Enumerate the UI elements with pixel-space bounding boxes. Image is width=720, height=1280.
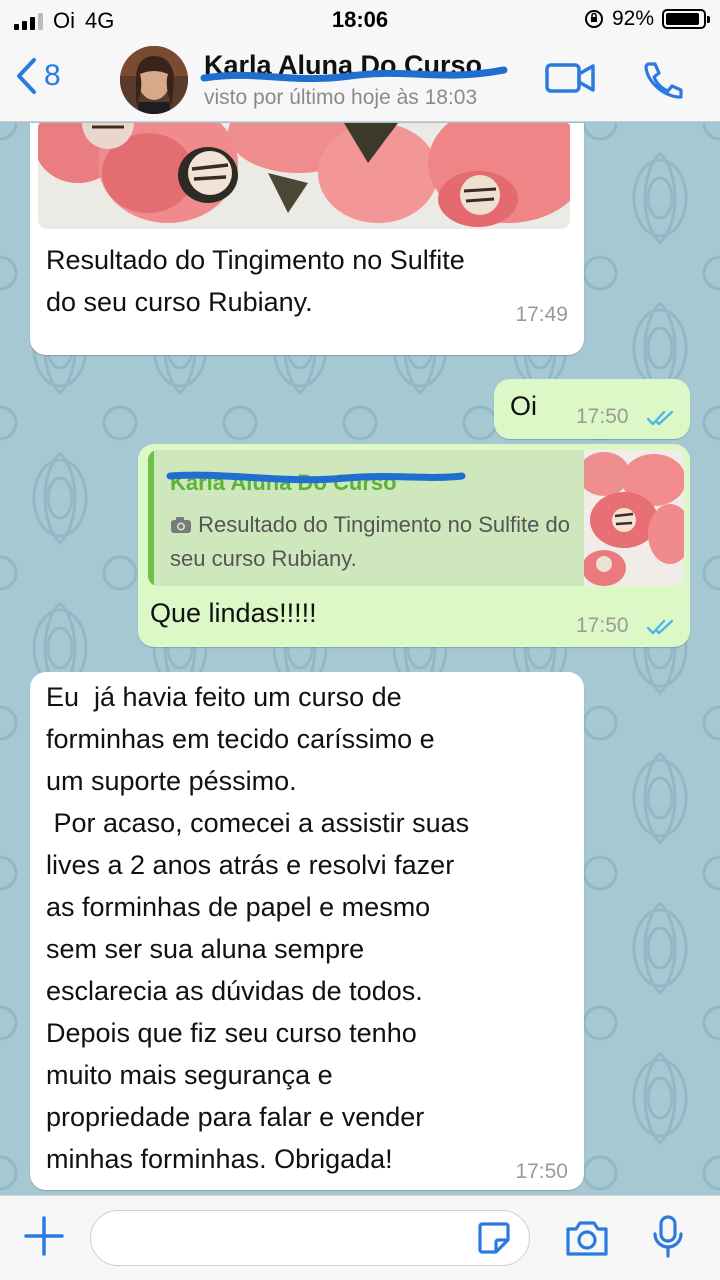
quote-thumbnail (584, 450, 684, 586)
camera-icon (566, 1221, 608, 1256)
quote-text-content: Resultado do Tingimento no Sulfite do se… (170, 512, 570, 571)
message-bubble-outgoing-reply[interactable]: Karla Aluna Do Curso Resultado do Tingim… (138, 444, 690, 647)
quote-name-redaction-scribble (166, 471, 466, 484)
message-bubble-incoming[interactable]: Resultado do Tingimento no Sulfite do se… (30, 123, 584, 355)
last-seen: visto por último hoje às 18:03 (204, 86, 478, 109)
avatar-image (120, 46, 188, 114)
phone-icon (644, 62, 683, 99)
chat-header: 8 Karla Aluna Do Curso visto por último … (0, 40, 720, 122)
message-text: Oi (510, 391, 537, 421)
roses-photo (38, 123, 570, 229)
chevron-left-icon (17, 58, 36, 94)
battery-label: 92% (611, 7, 654, 30)
name-redaction-scribble (200, 66, 508, 83)
orientation-lock-icon (584, 10, 603, 28)
status-right: 92% (584, 7, 710, 31)
message-text: Resultado do Tingimento no Sulfite do se… (46, 245, 465, 317)
input-bar (0, 1195, 720, 1280)
camera-button[interactable] (564, 1218, 610, 1263)
attach-button[interactable] (22, 1214, 66, 1263)
roses-thumbnail (584, 450, 684, 586)
message-text: Que lindas!!!!! (150, 598, 317, 628)
quoted-message[interactable]: Karla Aluna Do Curso Resultado do Tingim… (148, 450, 684, 586)
read-ticks-icon (646, 619, 674, 635)
read-ticks-icon (646, 410, 674, 426)
video-call-button[interactable] (544, 60, 596, 101)
video-call-icon (545, 63, 595, 93)
message-photo[interactable] (38, 123, 570, 229)
message-time: 17:50 (515, 1160, 568, 1183)
battery-fill (666, 13, 700, 25)
quote-accent-bar (148, 450, 154, 586)
message-time: 17:50 (576, 405, 629, 428)
message-time: 17:49 (515, 303, 568, 326)
avatar[interactable] (120, 46, 188, 114)
chat-area[interactable]: Resultado do Tingimento no Sulfite do se… (0, 123, 720, 1195)
sticker-button[interactable] (476, 1220, 512, 1261)
status-bar: Oi 4G 18:06 92% (0, 0, 720, 40)
camera-small-icon (171, 517, 191, 533)
sticker-icon (478, 1222, 510, 1254)
unread-count: 8 (44, 59, 61, 92)
message-text: Eu já havia feito um curso de forminhas … (46, 682, 470, 1174)
message-bubble-incoming[interactable]: Eu já havia feito um curso de forminhas … (30, 672, 584, 1190)
quote-text: Resultado do Tingimento no Sulfite do se… (170, 508, 570, 576)
microphone-icon (653, 1215, 683, 1258)
battery-icon (662, 9, 710, 29)
message-input[interactable] (90, 1210, 530, 1266)
voice-call-button[interactable] (640, 60, 684, 105)
plus-icon (24, 1216, 64, 1256)
microphone-button[interactable] (652, 1214, 684, 1265)
message-time: 17:50 (576, 614, 629, 637)
message-bubble-outgoing[interactable]: Oi 17:50 (494, 379, 690, 439)
back-button[interactable]: 8 (14, 56, 61, 96)
